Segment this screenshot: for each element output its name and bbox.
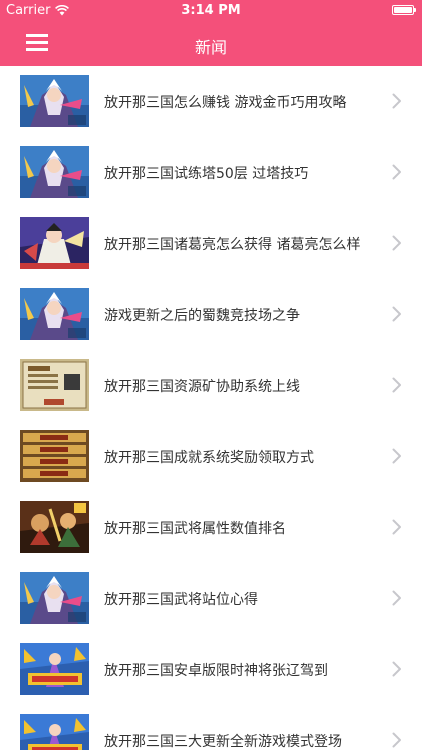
- chevron-right-icon: [392, 590, 402, 606]
- news-thumbnail: [20, 430, 89, 482]
- news-title: 放开那三国安卓版限时神将张辽驾到: [104, 663, 328, 679]
- news-thumbnail: [20, 572, 89, 624]
- news-list-item[interactable]: 放开那三国三大更新全新游戏模式登场: [0, 705, 422, 750]
- chevron-right-icon: [392, 93, 402, 109]
- news-list-item[interactable]: 游戏更新之后的蜀魏竞技场之争: [0, 279, 422, 351]
- news-title: 放开那三国怎么赚钱 游戏金币巧用攻略: [104, 95, 347, 111]
- news-title: 放开那三国武将站位心得: [104, 592, 258, 608]
- status-bar: Carrier 3:14 PM: [0, 0, 422, 22]
- news-thumbnail: [20, 714, 89, 750]
- news-thumbnail: [20, 288, 89, 340]
- news-title: 放开那三国三大更新全新游戏模式登场: [104, 734, 342, 750]
- battery-icon: [392, 5, 416, 15]
- news-thumbnail: [20, 501, 89, 553]
- news-thumbnail: [20, 75, 89, 127]
- news-list: 放开那三国怎么赚钱 游戏金币巧用攻略 放开那三国试练塔50层 过塔技巧放开那三国诸…: [0, 66, 422, 750]
- news-thumbnail: [20, 359, 89, 411]
- chevron-right-icon: [392, 732, 402, 748]
- news-title: 放开那三国试练塔50层 过塔技巧: [104, 166, 309, 182]
- news-list-item[interactable]: 放开那三国试练塔50层 过塔技巧: [0, 137, 422, 209]
- news-list-item[interactable]: 放开那三国安卓版限时神将张辽驾到: [0, 634, 422, 706]
- chevron-right-icon: [392, 519, 402, 535]
- news-screen: Carrier 3:14 PM 新闻 放开那三国怎么赚钱 游戏金币巧用攻略 放开那…: [0, 0, 422, 750]
- chevron-right-icon: [392, 448, 402, 464]
- news-thumbnail: [20, 217, 89, 269]
- news-thumbnail: [20, 643, 89, 695]
- chevron-right-icon: [392, 306, 402, 322]
- news-list-item[interactable]: 放开那三国怎么赚钱 游戏金币巧用攻略: [0, 66, 422, 138]
- news-title: 游戏更新之后的蜀魏竞技场之争: [104, 308, 300, 324]
- news-list-item[interactable]: 放开那三国武将站位心得: [0, 563, 422, 635]
- news-title: 放开那三国诸葛亮怎么获得 诸葛亮怎么样: [104, 237, 361, 253]
- chevron-right-icon: [392, 661, 402, 677]
- nav-bar: 新闻: [0, 22, 422, 66]
- news-title: 放开那三国成就系统奖励领取方式: [104, 450, 314, 466]
- news-list-item[interactable]: 放开那三国诸葛亮怎么获得 诸葛亮怎么样: [0, 208, 422, 280]
- news-title: 放开那三国资源矿协助系统上线: [104, 379, 300, 395]
- news-title: 放开那三国武将属性数值排名: [104, 521, 286, 537]
- news-list-item[interactable]: 放开那三国资源矿协助系统上线: [0, 350, 422, 422]
- page-title: 新闻: [194, 38, 227, 57]
- status-time: 3:14 PM: [181, 3, 241, 18]
- news-thumbnail: [20, 146, 89, 198]
- chevron-right-icon: [392, 235, 402, 251]
- chevron-right-icon: [392, 164, 402, 180]
- chevron-right-icon: [392, 377, 402, 393]
- news-list-item[interactable]: 放开那三国成就系统奖励领取方式: [0, 421, 422, 493]
- news-list-item[interactable]: 放开那三国武将属性数值排名: [0, 492, 422, 564]
